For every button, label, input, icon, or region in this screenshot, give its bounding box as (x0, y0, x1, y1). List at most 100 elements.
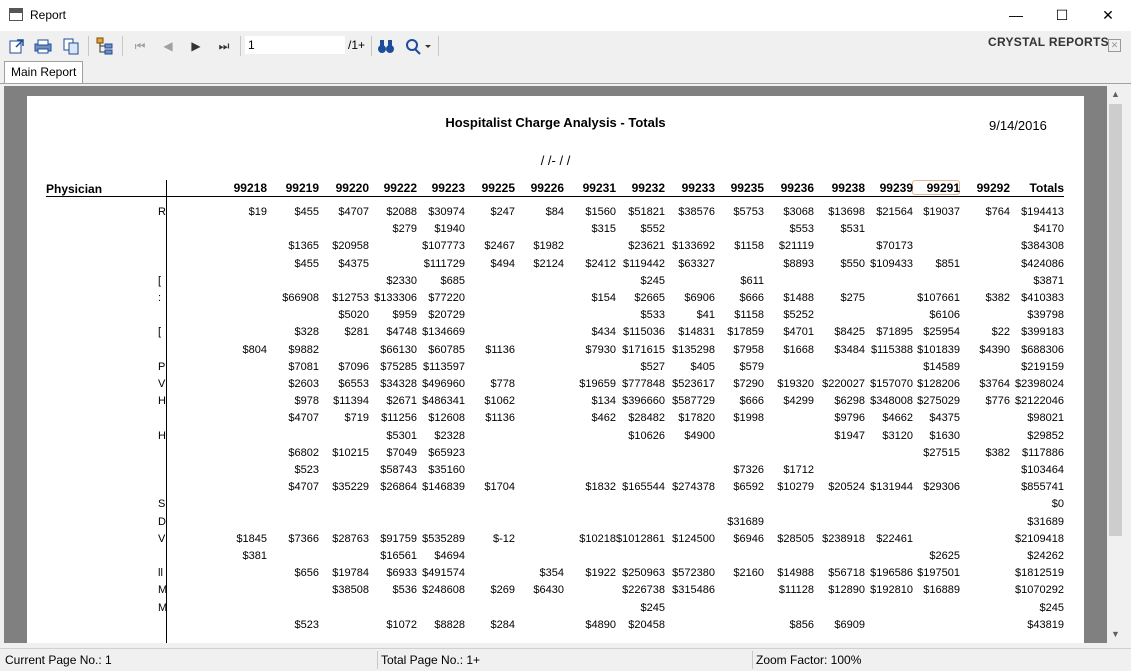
previous-page-button[interactable]: ◀ (160, 37, 176, 55)
row-total-cell: $24262 (1027, 550, 1064, 562)
page-number-input[interactable] (245, 36, 345, 54)
charge-cell: $685 (440, 274, 465, 287)
physician-name-fragment: [ (158, 326, 162, 339)
next-page-button[interactable]: ▶ (188, 37, 204, 55)
physician-name-fragment: : (158, 292, 162, 304)
row-total-cell: $98021 (1027, 412, 1064, 425)
charge-cell: $315486 (672, 584, 715, 597)
charge-cell: $491574 (422, 567, 465, 580)
physician-name-fragment: H (158, 429, 166, 442)
binoculars-icon[interactable] (377, 37, 395, 55)
charge-cell: $611 (740, 274, 764, 287)
zoom-icon[interactable] (404, 37, 432, 55)
row-total-cell: $0 (1051, 498, 1064, 511)
current-page-status: Current Page No.: 1 (5, 653, 112, 667)
physician-name-fragment: M (158, 601, 168, 614)
status-separator (377, 651, 378, 669)
charge-cell: $16889 (923, 584, 960, 597)
row-total-cell: $855741 (1021, 481, 1064, 494)
vertical-scrollbar[interactable]: ▲ ▼ (1107, 86, 1124, 643)
maximize-button[interactable]: ☐ (1039, 0, 1085, 31)
row-total-cell: $399183 (1021, 326, 1064, 339)
charge-cell: $6430 (533, 584, 564, 597)
column-header-totals: Totals (1029, 181, 1064, 195)
group-tree-icon[interactable] (96, 37, 114, 55)
last-page-button[interactable]: ⏭ (216, 37, 232, 55)
row-total-cell: $424086 (1021, 257, 1064, 270)
charge-cell: $31689 (727, 515, 764, 528)
charge-cell: $197501 (917, 567, 960, 580)
charge-cell: $579 (739, 360, 764, 373)
row-total-cell: $4170 (1033, 223, 1064, 236)
window-title: Report (30, 8, 67, 22)
report-app-icon (9, 8, 23, 21)
date-range: / /- / / (540, 153, 571, 168)
charge-cell: $20458 (628, 618, 665, 631)
toolbar-separator (438, 36, 439, 56)
charge-cell: $275 (840, 292, 865, 304)
charge-cell: $65923 (428, 446, 465, 459)
charge-cell: $531 (840, 223, 865, 236)
close-button[interactable]: ✕ (1085, 0, 1131, 31)
toolbar-separator (122, 36, 123, 56)
charge-cell: $1630 (929, 429, 960, 442)
column-header-99226: 99226 (530, 181, 564, 195)
physician-column-header: Physician (46, 182, 103, 196)
physician-name-fragment: ll (158, 567, 163, 580)
scroll-down-icon[interactable]: ▼ (1107, 626, 1124, 643)
charge-cell: $1704 (484, 481, 515, 494)
physician-name-fragment: V (158, 378, 166, 390)
charge-cell: $4694 (434, 550, 465, 562)
crystal-reports-logo: CRYSTAL REPORTS (988, 35, 1109, 49)
scrollbar-thumb[interactable] (1109, 104, 1122, 536)
page-total-label: /1+ (348, 38, 366, 52)
status-separator (752, 651, 753, 669)
row-total-cell: $2109418 (1015, 532, 1064, 545)
charge-cell: $1712 (783, 464, 814, 476)
print-icon[interactable] (34, 37, 52, 55)
charge-cell: $523 (294, 618, 319, 631)
charge-cell: $2625 (929, 550, 960, 562)
toolbar-separator (240, 36, 241, 56)
physician-column-divider (166, 180, 167, 643)
report-page: Hospitalist Charge Analysis - Totals 9/1… (27, 96, 1084, 643)
charge-cell: $284 (490, 618, 515, 631)
physician-name-fragment: P (158, 360, 166, 373)
row-total-cell: $2122046 (1015, 395, 1064, 408)
physician-name-fragment: [ (158, 274, 162, 287)
charge-cell: $29306 (923, 481, 960, 494)
tab-bar: Main Report (0, 61, 1131, 84)
report-title: Hospitalist Charge Analysis - Totals (445, 115, 666, 130)
charge-cell: $9882 (288, 343, 319, 356)
physician-name-fragment: M (158, 584, 168, 597)
charge-cell: $6106 (929, 309, 960, 322)
row-total-cell: $103464 (1021, 464, 1064, 476)
row-total-cell: $194413 (1021, 206, 1064, 218)
first-page-button[interactable]: ⏮ (132, 37, 148, 55)
report-viewer: Hospitalist Charge Analysis - Totals 9/1… (4, 86, 1107, 643)
row-total-cell: $29852 (1027, 429, 1064, 442)
minimize-button[interactable]: — (993, 0, 1039, 31)
charge-cell: $20729 (428, 309, 465, 322)
row-total-cell: $410383 (1021, 292, 1064, 304)
charge-cell: $851 (935, 257, 960, 270)
charge-cell: $1982 (533, 240, 564, 253)
zoom-factor-status: Zoom Factor: 100% (756, 653, 862, 667)
export-icon[interactable] (8, 37, 26, 55)
status-bar: Current Page No.: 1 Total Page No.: 1+ Z… (0, 648, 1131, 671)
charge-cell: $5252 (783, 309, 814, 322)
charge-cell: $4900 (684, 429, 715, 442)
charge-cell: $778 (490, 378, 515, 390)
row-total-cell: $219159 (1021, 360, 1064, 373)
charge-cell: $77220 (428, 292, 465, 304)
close-view-icon[interactable]: ✕ (1108, 39, 1121, 52)
row-total-cell: $384308 (1021, 240, 1064, 253)
charge-cell: $70173 (876, 240, 913, 253)
charge-cell: $-12 (492, 532, 515, 545)
scroll-up-icon[interactable]: ▲ (1107, 86, 1124, 103)
charge-cell: $14589 (923, 360, 960, 373)
row-total-cell: $1812519 (1015, 567, 1064, 580)
tab-main-report[interactable]: Main Report (4, 61, 84, 83)
copy-icon[interactable] (62, 37, 80, 55)
charge-cell: $381 (242, 550, 267, 562)
